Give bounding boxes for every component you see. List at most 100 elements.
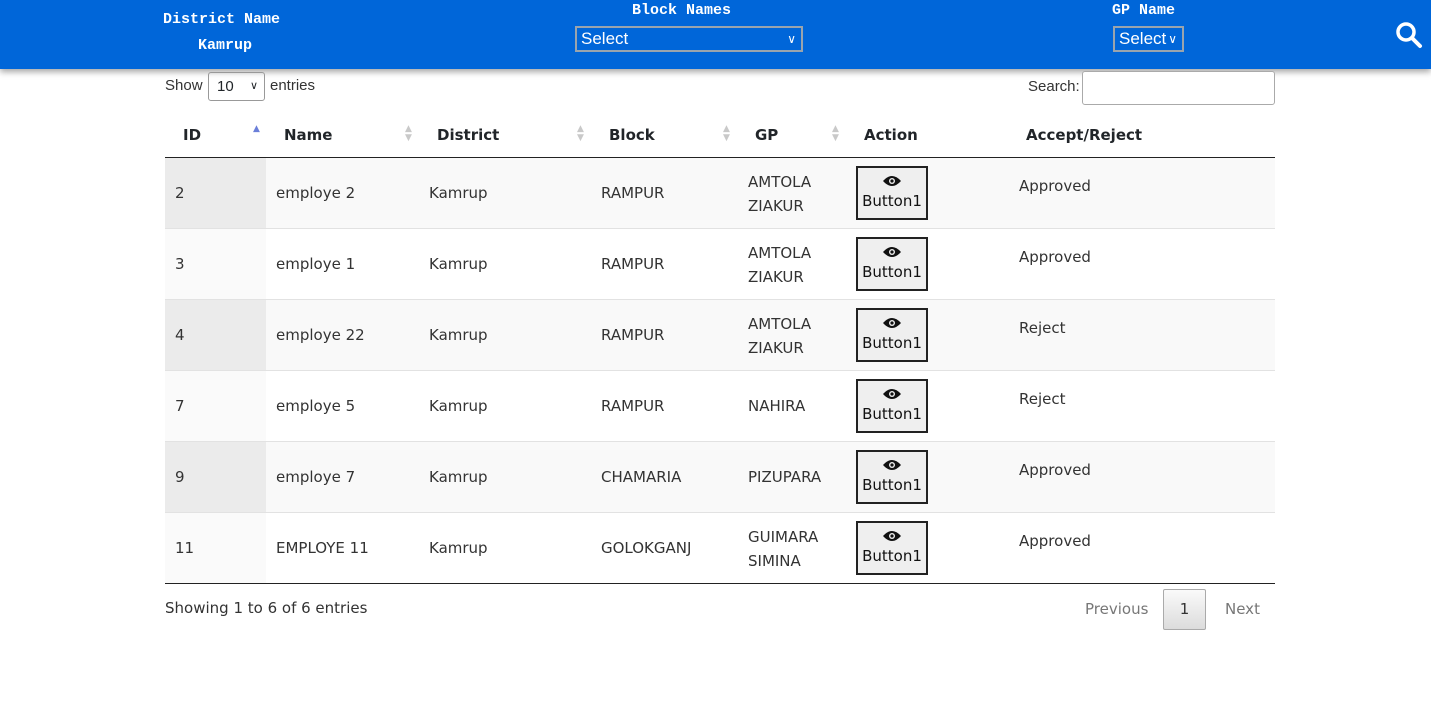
id-cell: 2 (175, 184, 185, 202)
id-cell: 9 (175, 468, 185, 486)
district-label: District Name (163, 11, 281, 28)
table-info: Showing 1 to 6 of 6 entries (165, 599, 368, 617)
status-cell: Approved (1019, 177, 1091, 195)
view-button-label: Button1 (862, 476, 922, 494)
view-button[interactable]: Button1 (856, 237, 928, 291)
sort-icon: ▲ ▼ (405, 124, 412, 143)
view-button[interactable]: Button1 (856, 379, 928, 433)
view-button-label: Button1 (862, 192, 922, 210)
search-label: Search: (1028, 78, 1080, 95)
status-cell: Reject (1019, 319, 1066, 337)
gp-cell-line1: PIZUPARA (748, 468, 822, 486)
district-cell: Kamrup (429, 539, 488, 557)
name-cell: employe 7 (276, 468, 356, 486)
chevron-down-icon: ∨ (787, 32, 796, 46)
view-button[interactable]: Button1 (856, 450, 928, 504)
block-cell: RAMPUR (601, 397, 665, 415)
table-bottom-divider (165, 583, 1275, 584)
table-row: 3 employe 1 Kamrup RAMPUR AMTOLA ZIAKUR … (165, 229, 1275, 300)
id-cell: 3 (175, 255, 185, 273)
district-cell: Kamrup (429, 326, 488, 344)
sort-icon: ▲ ▼ (577, 124, 584, 143)
name-cell: employe 2 (276, 184, 356, 202)
page-1-button[interactable]: 1 (1163, 589, 1206, 630)
page-length-select[interactable]: 10 ∨ (208, 72, 265, 101)
gp-cell-line2: ZIAKUR (748, 339, 804, 357)
view-button-label: Button1 (862, 405, 922, 423)
name-cell: employe 1 (276, 255, 356, 273)
column-header-accept-reject: Accept/Reject (1026, 126, 1143, 144)
table-row: 11 EMPLOYE 11 Kamrup GOLOKGANJ GUIMARA S… (165, 513, 1275, 584)
previous-page-button[interactable]: Previous (1085, 600, 1148, 618)
gp-label: GP Name (1112, 2, 1176, 19)
block-select[interactable]: Select ∨ (575, 26, 803, 52)
table-row: 4 employe 22 Kamrup RAMPUR AMTOLA ZIAKUR… (165, 300, 1275, 371)
district-cell: Kamrup (429, 468, 488, 486)
search-icon[interactable] (1395, 21, 1423, 49)
id-cell: 4 (175, 326, 185, 344)
district-cell: Kamrup (429, 397, 488, 415)
gp-cell-line2: SIMINA (748, 552, 801, 570)
name-cell: EMPLOYE 11 (276, 539, 369, 557)
eye-icon (883, 389, 901, 399)
table-row: 7 employe 5 Kamrup RAMPUR NAHIRA Button1… (165, 371, 1275, 442)
view-button-label: Button1 (862, 547, 922, 565)
column-header-id[interactable]: ID (183, 126, 201, 144)
status-cell: Approved (1019, 461, 1091, 479)
id-cell: 11 (175, 539, 195, 557)
gp-cell-line1: AMTOLA (748, 244, 812, 262)
eye-icon (883, 531, 901, 541)
gp-cell-line2: ZIAKUR (748, 268, 804, 286)
eye-icon (883, 318, 901, 328)
column-header-gp[interactable]: GP (755, 126, 778, 144)
view-button-label: Button1 (862, 263, 922, 281)
gp-cell-line2: ZIAKUR (748, 197, 804, 215)
block-cell: RAMPUR (601, 184, 665, 202)
district-cell: Kamrup (429, 184, 488, 202)
name-cell: employe 22 (276, 326, 365, 344)
gp-cell-line1: AMTOLA (748, 173, 812, 191)
show-label: Show (165, 77, 203, 94)
search-input[interactable] (1082, 71, 1275, 105)
entries-label: entries (270, 77, 316, 94)
status-cell: Reject (1019, 390, 1066, 408)
sort-icon: ▲ ▼ (723, 124, 730, 143)
eye-icon (883, 247, 901, 257)
column-header-block[interactable]: Block (609, 126, 655, 144)
block-select-value: Select (581, 29, 629, 48)
district-cell: Kamrup (429, 255, 488, 273)
block-label: Block Names (632, 2, 732, 19)
table-row: 2 employe 2 Kamrup RAMPUR AMTOLA ZIAKUR … (165, 158, 1275, 229)
gp-cell-line1: AMTOLA (748, 315, 812, 333)
column-header-district[interactable]: District (437, 126, 499, 144)
block-cell: RAMPUR (601, 255, 665, 273)
column-header-name[interactable]: Name (284, 126, 332, 144)
block-cell: GOLOKGANJ (601, 539, 692, 557)
chevron-down-icon: ∨ (249, 80, 258, 92)
eye-icon (883, 176, 901, 186)
column-header-action: Action (864, 126, 918, 144)
gp-cell-line1: NAHIRA (748, 397, 806, 415)
view-button[interactable]: Button1 (856, 308, 928, 362)
gp-select[interactable]: Select ∨ (1113, 26, 1184, 52)
name-cell: employe 5 (276, 397, 356, 415)
status-cell: Approved (1019, 248, 1091, 266)
chevron-down-icon: ∨ (1168, 32, 1177, 46)
view-button-label: Button1 (862, 334, 922, 352)
id-cell: 7 (175, 397, 185, 415)
sort-icon: ▲ (253, 124, 260, 134)
gp-select-value: Select (1119, 29, 1167, 48)
top-filter-bar: District Name Kamrup Block Names Select … (0, 0, 1431, 69)
page-length-value: 10 (217, 78, 234, 95)
sort-icon: ▲ ▼ (832, 124, 839, 143)
next-page-button[interactable]: Next (1225, 600, 1260, 618)
eye-icon (883, 460, 901, 470)
status-cell: Approved (1019, 532, 1091, 550)
view-button[interactable]: Button1 (856, 166, 928, 220)
block-cell: CHAMARIA (601, 468, 682, 486)
district-value: Kamrup (198, 37, 253, 54)
block-cell: RAMPUR (601, 326, 665, 344)
table-row: 9 employe 7 Kamrup CHAMARIA PIZUPARA But… (165, 442, 1275, 513)
view-button[interactable]: Button1 (856, 521, 928, 575)
gp-cell-line1: GUIMARA (748, 528, 819, 546)
